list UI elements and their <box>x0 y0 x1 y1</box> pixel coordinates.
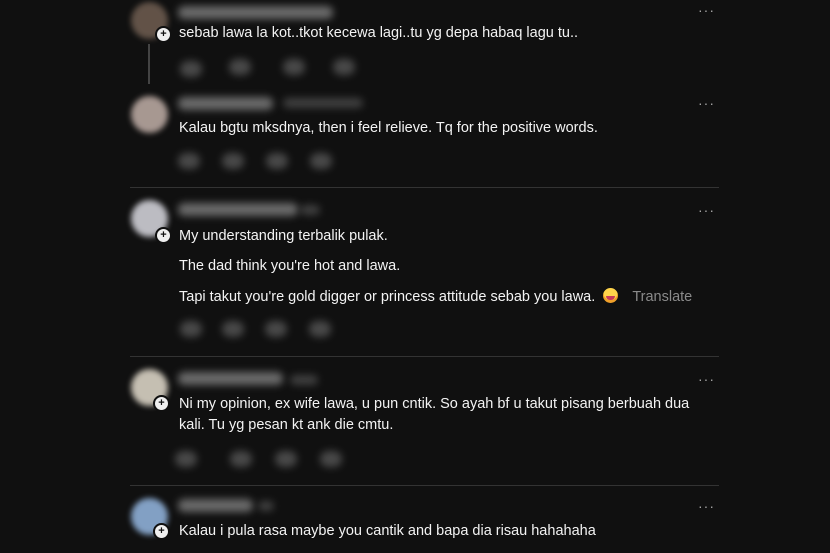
repost-icon[interactable] <box>265 321 287 337</box>
add-icon[interactable]: + <box>153 395 170 412</box>
comment-text-line-1: My understanding terbalik pulak. <box>179 228 388 244</box>
add-icon[interactable]: + <box>155 26 172 43</box>
username[interactable] <box>178 6 333 19</box>
reply-icon[interactable] <box>229 59 251 75</box>
add-icon[interactable]: + <box>155 227 172 244</box>
more-options-icon[interactable]: ··· <box>698 371 715 387</box>
like-icon[interactable] <box>180 61 202 77</box>
more-options-icon[interactable]: ··· <box>698 95 715 111</box>
like-icon[interactable] <box>178 153 200 169</box>
repost-icon[interactable] <box>266 153 288 169</box>
repost-icon[interactable] <box>275 451 297 467</box>
share-icon[interactable] <box>310 153 332 169</box>
divider <box>130 485 719 486</box>
avatar[interactable] <box>131 96 168 133</box>
translate-link[interactable]: Translate <box>632 289 692 305</box>
comment-text: sebab lawa la kot..tkot kecewa lagi..tu … <box>179 25 579 41</box>
comment-text: Kalau i pula rasa maybe you cantik and b… <box>179 523 596 539</box>
thread-line <box>148 44 150 84</box>
username[interactable] <box>178 499 253 512</box>
username[interactable] <box>178 372 283 385</box>
comment-text-line-2: kali. Tu yg pesan kt ank die cmtu. <box>179 417 394 433</box>
laughing-emoji-icon <box>603 288 619 303</box>
comment-text-line-3: Tapi takut you're gold digger or princes… <box>179 288 692 305</box>
reply-icon[interactable] <box>230 451 252 467</box>
like-icon[interactable] <box>175 451 197 467</box>
like-icon[interactable] <box>180 321 202 337</box>
reply-icon[interactable] <box>222 153 244 169</box>
timestamp <box>258 501 274 511</box>
share-icon[interactable] <box>309 321 331 337</box>
comment-text: Kalau bgtu mksdnya, then i feel relieve.… <box>179 120 598 136</box>
comment-text-line-1: Ni my opinion, ex wife lawa, u pun cntik… <box>179 396 690 412</box>
timestamp <box>283 98 363 108</box>
more-options-icon[interactable]: ··· <box>698 2 715 18</box>
reply-icon[interactable] <box>222 321 244 337</box>
username[interactable] <box>178 97 273 110</box>
divider <box>130 356 719 357</box>
more-options-icon[interactable]: ··· <box>698 498 715 514</box>
comment-text-line-2: The dad think you're hot and lawa. <box>179 258 401 274</box>
share-icon[interactable] <box>320 451 342 467</box>
share-icon[interactable] <box>333 59 355 75</box>
timestamp <box>290 375 318 385</box>
username[interactable] <box>178 203 298 216</box>
more-options-icon[interactable]: ··· <box>698 202 715 218</box>
timestamp <box>300 205 320 215</box>
comment-text-line-3-body: Tapi takut you're gold digger or princes… <box>179 289 596 305</box>
divider <box>130 187 719 188</box>
add-icon[interactable]: + <box>153 523 170 540</box>
repost-icon[interactable] <box>283 59 305 75</box>
